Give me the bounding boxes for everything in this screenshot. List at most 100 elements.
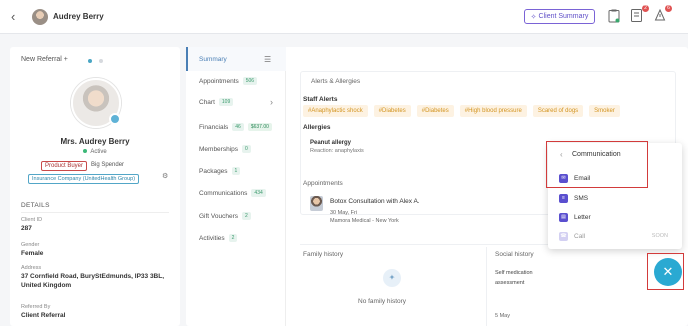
comm-call-option: ☎ Call <box>559 232 585 241</box>
nav-label: Packages <box>199 167 228 175</box>
top-bar: ‹ Audrey Berry ✧ Client Summary 2 6 <box>0 0 688 34</box>
call-coming-soon: SOON <box>651 233 668 239</box>
appointment-title[interactable]: Botox Consultation with Alex A. <box>330 198 420 205</box>
nav-item-financials[interactable]: Financials 46 $637.00 <box>199 123 272 131</box>
staff-alerts-list: #Anaphylactic shock #Diabetes #Diabetes … <box>303 105 620 117</box>
tag-product-buyer[interactable]: Product Buyer <box>41 161 88 171</box>
alert-pill[interactable]: Scared of dogs <box>532 105 584 117</box>
allergy-reaction: Reaction: anaphylaxis <box>310 148 364 154</box>
bell-icon[interactable]: 6 <box>654 5 672 23</box>
clipboard-icon[interactable] <box>608 9 622 23</box>
nav-label: Gift Vouchers <box>199 212 239 220</box>
details-heading: DETAILS <box>21 202 50 209</box>
close-icon: ✕ <box>662 264 674 279</box>
nav-label: Chart <box>199 98 215 106</box>
nav-label: Memberships <box>199 145 239 153</box>
appointment-date: 30 May, Fri <box>330 210 358 216</box>
field-value: 287 <box>21 225 32 232</box>
comm-option-label: SMS <box>574 195 589 202</box>
field-value: Client Referral <box>21 312 66 319</box>
nav-count: 1 <box>231 167 241 175</box>
comm-sms-option[interactable]: ≡ SMS <box>559 194 588 203</box>
chevron-right-icon[interactable]: › <box>270 97 273 107</box>
comm-option-label: Call <box>574 233 586 240</box>
nav-item-gift-vouchers[interactable]: Gift Vouchers 2 <box>199 212 251 220</box>
comm-option-label: Letter <box>574 214 591 221</box>
field-value: 37 Cornfield Road, BuryStEdmunds, IP33 3… <box>21 273 165 289</box>
nav-count: 0 <box>242 145 251 153</box>
appointment-location: Mamora Medical - New York <box>330 218 399 224</box>
nav-count: 109 <box>218 98 234 106</box>
staff-avatar <box>310 196 323 211</box>
new-referral-button[interactable]: New Referral + <box>21 56 68 63</box>
nav-item-packages[interactable]: Packages 1 <box>199 167 241 175</box>
sparkle-icon: ✧ <box>530 13 537 21</box>
nav-item-chart[interactable]: Chart 109 <box>199 98 234 106</box>
alerts-title: Alerts & Allergies <box>311 78 361 85</box>
comm-letter-option[interactable]: ▤ Letter <box>559 213 591 222</box>
filter-icon[interactable]: ☰ <box>264 55 271 64</box>
nav-item-activities[interactable]: Activities 2 <box>199 234 238 242</box>
divider <box>486 247 487 326</box>
tag-big-spender[interactable]: Big Spender <box>91 162 124 168</box>
family-history-empty: No family history <box>358 298 407 305</box>
nav-item-appointments[interactable]: Appointments 506 <box>199 77 258 85</box>
divider <box>21 212 169 213</box>
financials-balance: $637.00 <box>247 123 272 131</box>
field-label: Address <box>21 265 42 271</box>
carousel-dot[interactable] <box>88 59 92 63</box>
nav-item-memberships[interactable]: Memberships 0 <box>199 145 251 153</box>
client-full-name: Mrs. Audrey Berry <box>60 137 130 146</box>
alerts-badge: 6 <box>665 5 672 12</box>
nav-label: Activities <box>199 234 225 242</box>
social-history-entry: Self medication assessment <box>495 270 533 286</box>
notes-icon[interactable]: 2 <box>631 5 649 23</box>
insurance-tag[interactable]: Insurance Company (UnitedHealth Group) <box>28 174 140 184</box>
nav-label: Communications <box>199 189 248 197</box>
nav-count: 434 <box>251 189 266 197</box>
profile-panel: New Referral + Mrs. Audrey Berry Active … <box>10 47 180 326</box>
client-summary-button[interactable]: ✧ Client Summary <box>524 9 595 24</box>
nav-item-communications[interactable]: Communications 434 <box>199 189 266 197</box>
nav-label: Financials <box>199 123 229 131</box>
client-nav: Summary ☰ Appointments 506 Chart 109 › Fin… <box>186 47 286 326</box>
status-dot-icon <box>83 149 88 153</box>
allergies-label: Allergies <box>303 124 331 131</box>
notes-badge: 2 <box>642 5 649 12</box>
empty-state-icon: ✦ <box>383 269 401 287</box>
allergy-name: Peanut allergy <box>310 140 352 146</box>
carousel-dots <box>88 59 103 63</box>
appointments-title: Appointments <box>303 180 343 187</box>
field-label: Referred By <box>21 304 51 310</box>
alert-pill[interactable]: #Diabetes <box>373 105 411 117</box>
nav-label: Summary <box>199 56 227 63</box>
field-value: Female <box>21 250 44 257</box>
back-chevron-icon[interactable]: ‹ <box>11 10 15 23</box>
patient-name: Audrey Berry <box>53 12 104 21</box>
nav-item-summary[interactable]: Summary <box>199 56 227 63</box>
status-text: Active <box>90 149 107 155</box>
nav-count: 2 <box>228 234 238 242</box>
close-fab-button[interactable]: ✕ <box>654 258 682 286</box>
status-badge: Active <box>10 149 180 155</box>
alert-pill[interactable]: Smoker <box>589 105 620 117</box>
gear-icon[interactable]: ⚙ <box>162 172 168 180</box>
alert-pill[interactable]: #Anaphylactic shock <box>303 105 368 117</box>
field-label: Client ID <box>21 217 43 223</box>
alert-pill[interactable]: #High blood pressure <box>459 105 527 117</box>
nav-count: 506 <box>242 77 258 85</box>
avatar[interactable] <box>32 9 48 25</box>
highlight-box <box>546 141 648 188</box>
alert-pill[interactable]: #Diabetes <box>416 105 454 117</box>
carousel-dot[interactable] <box>99 59 103 63</box>
family-history-title: Family history <box>303 251 344 258</box>
nav-count: 2 <box>242 212 251 220</box>
social-history-date: 5 May <box>495 313 510 319</box>
sms-icon: ≡ <box>559 194 568 203</box>
nav-count: 46 <box>232 123 244 131</box>
staff-alerts-label: Staff Alerts <box>303 96 338 103</box>
nav-label: Appointments <box>199 77 239 85</box>
photo-edit-icon[interactable] <box>109 113 121 125</box>
letter-icon: ▤ <box>559 213 568 222</box>
client-summary-label: Client Summary <box>538 13 589 20</box>
